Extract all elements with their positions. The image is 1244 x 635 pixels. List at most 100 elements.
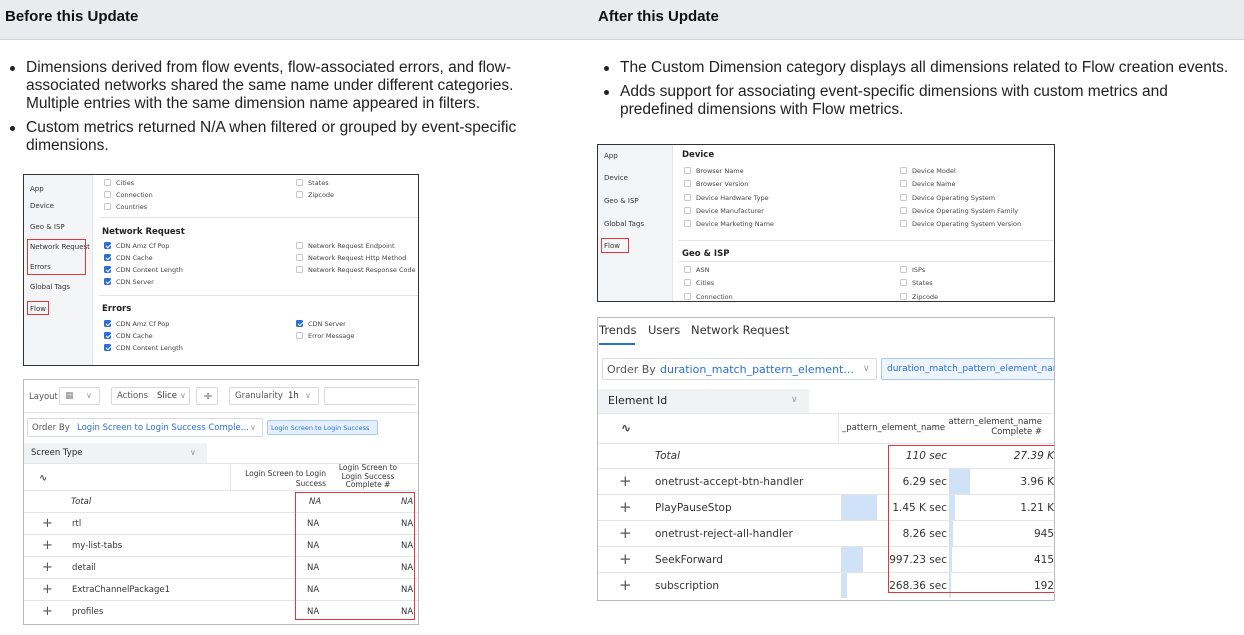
expand-icon[interactable]: + [619,524,632,542]
chip-label: Login Screen to Login Success [271,424,370,432]
dimension-checkbox[interactable]: Device Model [900,167,956,175]
dimension-checkbox[interactable]: CDN Cache [104,254,153,262]
divider [99,295,418,296]
dimension-checkbox[interactable]: Device Operating System Family [900,206,1018,215]
dimension-checkbox[interactable]: Countries [104,203,147,211]
checkbox-label: CDN Content Length [116,266,183,274]
dimension-checkbox[interactable]: Device Name [900,180,955,188]
column-header-2: Login Screen to Login Success Complete # [338,464,398,489]
dimension-checkbox[interactable]: States [900,279,933,287]
dimension-checkbox[interactable]: Browser Name [684,167,744,175]
actions-dropdown[interactable]: Actions Slice ∨ [111,387,190,405]
actions-label: Actions [117,391,149,401]
dimension-checkbox[interactable]: CDN Server [104,278,154,286]
dimension-checkbox[interactable]: Device Operating System Version [900,220,1021,228]
chevron-down-icon: ∨ [305,391,311,400]
checkbox-label: Device Operating System Version [912,220,1022,229]
expand-icon[interactable]: + [42,560,53,575]
granularity-value: 1h [288,391,299,401]
sidebar-item[interactable]: Global Tags [30,283,70,291]
sidebar-item[interactable]: Geo & ISP [30,223,65,231]
row-name: rtl [72,519,82,529]
divider [678,240,1054,241]
checkbox-label: Cities [116,179,135,187]
order-by-value: Login Screen to Login Success Comple... [77,423,249,433]
expand-icon[interactable]: + [619,498,632,516]
section-title-device: Device [682,150,715,160]
dimension-checkbox[interactable]: Device Operating System [900,193,996,202]
order-by-label: Order By [607,363,656,376]
expand-icon[interactable]: + [42,538,53,553]
dimension-checkbox[interactable]: Network Request Response Code [296,266,416,274]
dimension-checkbox[interactable]: Network Request Http Method [296,254,406,262]
granularity-dropdown[interactable]: Granularity 1h ∨ [229,387,319,405]
expand-icon[interactable]: + [619,576,632,594]
tab-network-request[interactable]: Network Request [691,323,789,337]
sidebar-item[interactable]: App [604,152,618,160]
dimension-checkbox[interactable]: CDN Content Length [104,266,183,274]
divider [598,443,1054,444]
sidebar-item[interactable]: Device [30,202,54,210]
column-header-1: _pattern_element_name [842,423,945,433]
checkbox-label: Countries [116,203,148,211]
wave-icon: ∿ [621,421,632,435]
dimension-checkbox[interactable]: Zipcode [296,191,334,199]
dimension-checkbox[interactable]: Connection [104,191,153,199]
tab-trends[interactable]: Trends [599,323,636,337]
order-by-dropdown[interactable]: Order By duration_match_pattern_element..… [602,358,877,380]
column-divider [838,413,839,443]
expand-icon[interactable]: + [619,550,632,568]
chevron-down-icon: ∨ [86,391,92,400]
sidebar-item[interactable]: Device [604,174,628,182]
dimension-checkbox[interactable]: Device Hardware Type [684,193,769,202]
toolbar-field[interactable] [324,387,416,405]
checkbox-label: Error Message [308,332,355,340]
expand-icon[interactable]: + [619,472,632,490]
active-tab-indicator [599,343,635,345]
dimension-checkbox[interactable]: CDN Content Length [104,344,183,352]
order-by-dropdown[interactable]: Order By Login Screen to Login Success Co… [27,418,263,437]
dimension-checkbox[interactable]: ASN [684,266,709,274]
dimension-checkbox[interactable]: Cities [684,279,714,287]
chevron-down-icon: ∨ [250,423,256,432]
dimension-checkbox[interactable]: Device Marketing Name [684,220,774,228]
dimension-checkbox[interactable]: Zipcode [900,292,938,301]
expand-icon[interactable]: + [42,516,53,531]
checkbox-label: Device Marketing Name [696,220,774,229]
dimension-checkbox[interactable]: ISPs [900,266,925,274]
expand-icon[interactable]: + [42,604,53,619]
dimension-checkbox[interactable]: Cities [104,179,134,187]
layout-label: Layout [29,392,58,402]
sidebar-item[interactable]: Global Tags [604,220,644,228]
tab-users[interactable]: Users [648,323,680,337]
sidebar-item[interactable]: App [30,185,44,193]
checkbox-label: Device Operating System [912,193,996,202]
checkbox-label: CDN Amz Cf Pop [116,320,170,328]
checkbox-icon [684,292,691,300]
dimension-checkbox[interactable]: Browser Version [684,180,748,188]
dimension-checkbox[interactable]: CDN Amz Cf Pop [104,242,169,250]
split-button[interactable]: ÷ [196,387,218,405]
checkbox-icon [684,193,691,201]
checkbox-icon [104,332,111,339]
dimension-checkbox[interactable]: CDN Amz Cf Pop [104,320,169,328]
sidebar-item[interactable]: Geo & ISP [604,197,639,205]
checkbox-icon [104,242,111,249]
dimension-checkbox[interactable]: States [296,179,329,187]
checkbox-icon [900,193,907,201]
expand-icon[interactable]: + [42,582,53,597]
dimension-checkbox[interactable]: Network Request Endpoint [296,242,395,250]
order-by-chip[interactable]: Login Screen to Login Success [267,420,378,435]
granularity-label: Granularity [235,391,283,401]
dimension-checkbox[interactable]: Device Manufacturer [684,206,764,215]
dimension-checkbox[interactable]: CDN Server [296,320,346,328]
row-name: detail [72,563,96,573]
highlight-box [295,492,415,620]
after-heading: After this Update [598,8,719,25]
dimension-checkbox[interactable]: CDN Cache [104,332,153,340]
dimension-checkbox[interactable]: Connection [684,292,733,301]
layout-dropdown[interactable]: ▦ ∨ [59,387,100,405]
order-by-chip[interactable]: duration_match_pattern_element_name [881,358,1054,380]
dimension-checkbox[interactable]: Error Message [296,332,354,340]
checkbox-label: CDN Cache [116,332,153,340]
